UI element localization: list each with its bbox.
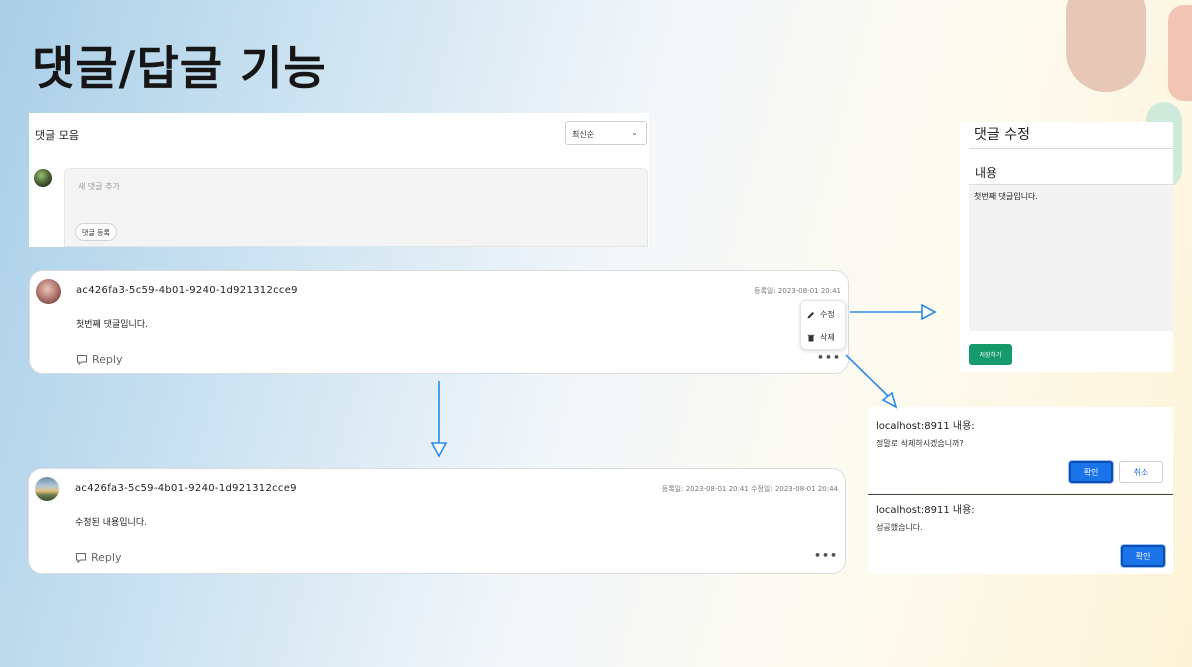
edit-panel-title: 댓글 수정 <box>974 127 1030 143</box>
register-comment-button[interactable]: 댓글 등록 <box>75 223 117 241</box>
comment-content: 첫번째 댓글입니다. <box>76 320 148 330</box>
confirm-ok-button[interactable]: 확인 <box>1069 461 1113 483</box>
new-comment-placeholder: 새 댓글 추가 <box>78 182 120 191</box>
avatar <box>36 279 61 304</box>
menu-item-edit[interactable]: 수정 <box>807 309 835 320</box>
new-comment-input[interactable]: 새 댓글 추가 댓글 등록 <box>64 168 648 247</box>
reply-label: Reply <box>91 551 122 564</box>
comment-author: ac426fa3-5c59-4b01-9240-1d921312cce9 <box>76 285 298 296</box>
dialog-host: localhost:8911 내용: <box>876 421 975 432</box>
more-options-button[interactable]: ••• <box>814 549 838 562</box>
save-button[interactable]: 저장하기 <box>969 344 1012 365</box>
trash-icon <box>807 334 815 341</box>
menu-item-delete[interactable]: 삭제 <box>807 332 835 343</box>
pencil-icon <box>807 311 814 318</box>
reply-button[interactable]: Reply <box>75 551 121 564</box>
comment-author: ac426fa3-5c59-4b01-9240-1d921312cce9 <box>75 483 297 494</box>
confirm-dialog: localhost:8911 내용: 정말로 삭제하시겠습니까? 확인 취소 <box>868 407 1173 493</box>
chevron-down-icon: ⌄ <box>631 128 638 137</box>
avatar <box>34 169 52 187</box>
divider <box>969 148 1173 149</box>
content-textarea[interactable]: 첫번째 댓글입니다. <box>969 184 1173 331</box>
success-dialog: localhost:8911 내용: 성공했습니다. 확인 <box>868 494 1173 574</box>
reply-button[interactable]: Reply <box>76 353 122 366</box>
decorative-shape <box>1066 0 1146 92</box>
collection-title: 댓글 모음 <box>35 129 79 142</box>
sort-selected-value: 최신순 <box>572 130 595 139</box>
sort-select[interactable]: 최신순 ⌄ <box>565 121 647 145</box>
comment-options-menu: 수정 삭제 <box>800 300 846 350</box>
page-title: 댓글/답글 기능 <box>32 41 327 95</box>
comment-card: ac426fa3-5c59-4b01-9240-1d921312cce9 등록일… <box>29 270 849 374</box>
dialog-message: 성공했습니다. <box>876 523 923 532</box>
arrow-head <box>430 442 448 458</box>
arrow-to-confirm <box>845 354 890 398</box>
dialog-host: localhost:8911 내용: <box>876 505 975 516</box>
decorative-shape <box>1168 5 1192 101</box>
comment-collection-panel: 댓글 모음 최신순 ⌄ 새 댓글 추가 댓글 등록 <box>29 113 649 247</box>
avatar <box>35 477 59 501</box>
dialog-message: 정말로 삭제하시겠습니까? <box>876 439 964 448</box>
arrow-head <box>881 391 898 409</box>
comment-icon <box>77 354 87 365</box>
content-label: 내용 <box>975 166 998 180</box>
comment-dates: 등록일: 2023-08-01 20:41 수정일: 2023-08-01 20… <box>661 485 838 493</box>
comment-dates: 등록일: 2023-08-01 20:41 <box>754 287 841 295</box>
menu-item-edit-label: 수정 <box>820 310 835 319</box>
success-ok-button[interactable]: 확인 <box>1121 545 1165 567</box>
arrow-head <box>921 303 937 321</box>
confirm-cancel-button[interactable]: 취소 <box>1119 461 1163 483</box>
content-value: 첫번째 댓글입니다. <box>974 192 1038 201</box>
edit-comment-panel: 댓글 수정 내용 첫번째 댓글입니다. 저장하기 <box>960 122 1173 372</box>
menu-item-delete-label: 삭제 <box>820 333 835 342</box>
comment-card: ac426fa3-5c59-4b01-9240-1d921312cce9 등록일… <box>28 468 846 574</box>
comment-icon <box>76 552 86 563</box>
reply-label: Reply <box>92 353 123 366</box>
comment-content: 수정된 내용입니다. <box>75 518 147 528</box>
more-options-button[interactable]: ••• <box>817 351 841 364</box>
